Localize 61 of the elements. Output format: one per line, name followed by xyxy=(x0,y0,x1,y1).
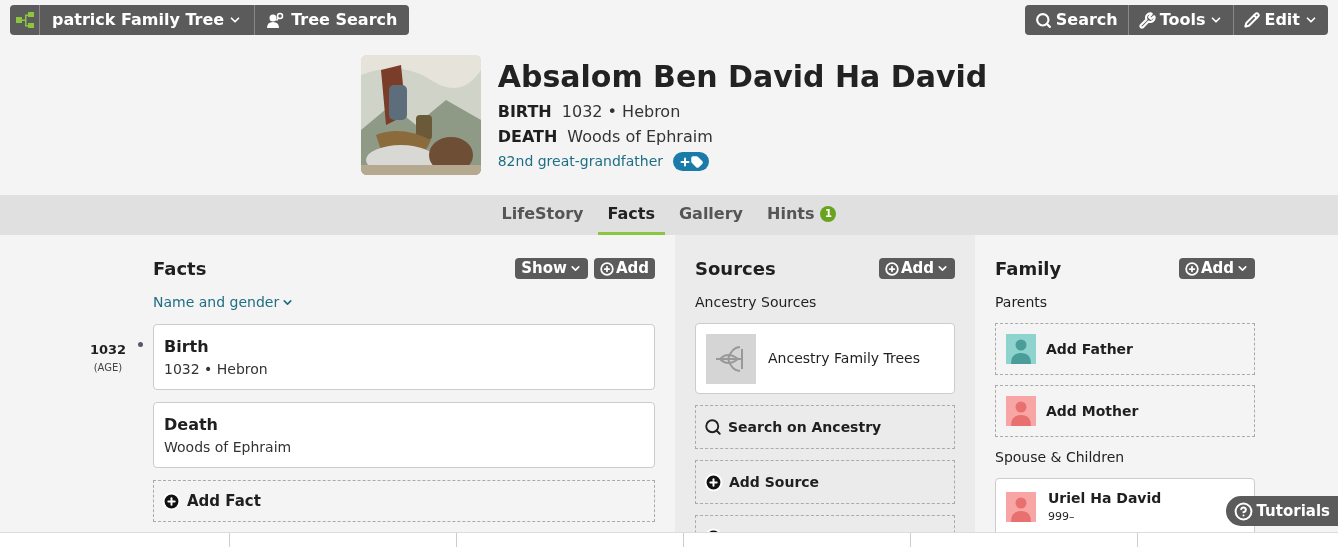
event-label: BIRTH xyxy=(497,101,552,123)
tree-menu-button[interactable]: patrick Family Tree xyxy=(40,5,256,35)
edit-button[interactable]: Edit xyxy=(1234,5,1328,35)
fact-year: 1032 xyxy=(89,341,127,359)
fact-age: (AGE) xyxy=(93,360,123,375)
tree-search-button[interactable]: Tree Search xyxy=(255,5,410,35)
plus-icon xyxy=(679,155,692,168)
add-fact-button[interactable]: Add Fact xyxy=(153,480,655,522)
help-icon xyxy=(1233,501,1253,521)
add-icon xyxy=(884,261,899,276)
search-button[interactable]: Search xyxy=(1024,5,1129,35)
member-name: Uriel Ha David xyxy=(1048,489,1162,509)
add-source-button[interactable]: Add Source xyxy=(695,460,955,504)
show-button[interactable]: Show xyxy=(515,258,588,279)
add-button[interactable]: Add xyxy=(1178,258,1255,279)
add-parent-button[interactable]: Add Mother xyxy=(995,385,1255,437)
tree-icon xyxy=(15,12,34,28)
member-dates: 999– xyxy=(1048,509,1076,526)
section-title: Family xyxy=(995,257,1062,281)
fact-detail: 1032 • Hebron xyxy=(164,360,269,379)
name-gender-link[interactable]: Name and gender xyxy=(153,292,295,313)
tab[interactable]: Facts xyxy=(597,195,665,235)
section-subtitle: Spouse & Children xyxy=(995,448,1126,467)
family-member-card[interactable]: Uriel Ha David 999– xyxy=(995,478,1255,532)
section-title: Facts xyxy=(153,257,207,281)
tab[interactable]: Hints 1 xyxy=(757,195,847,235)
section-title: Sources xyxy=(695,257,776,281)
event-value: 1032 • Hebron xyxy=(561,101,681,123)
add-icon xyxy=(162,491,181,511)
source-card[interactable]: Ancestry Family Trees xyxy=(695,323,955,394)
tools-icon xyxy=(1138,11,1156,29)
tutorials-button[interactable]: Tutorials xyxy=(1225,496,1338,526)
count-badge: 1 xyxy=(820,205,837,222)
person-name: Absalom Ben David Ha David xyxy=(497,58,988,96)
section-subtitle: Ancestry Sources xyxy=(695,293,818,312)
add-icon xyxy=(704,472,723,492)
fact-title: Birth xyxy=(164,336,210,358)
pencil-icon xyxy=(1244,12,1261,28)
add-icon xyxy=(599,261,614,276)
search-icon xyxy=(1034,11,1052,29)
tag-icon xyxy=(691,155,704,168)
add-icon xyxy=(1184,261,1199,276)
add-button[interactable]: Add xyxy=(878,258,955,279)
add-button[interactable]: Add xyxy=(593,258,655,279)
tools-button[interactable]: Tools xyxy=(1128,5,1235,35)
add-parent-button[interactable]: Add Father xyxy=(995,323,1255,375)
event-value: Woods of Ephraim xyxy=(567,126,713,148)
tab[interactable]: Gallery xyxy=(668,195,754,235)
section-subtitle: Parents xyxy=(995,293,1049,312)
fact-card[interactable]: Birth 1032 • Hebron xyxy=(153,324,655,390)
fact-title: Death xyxy=(164,414,219,436)
fact-detail: Woods of Ephraim xyxy=(164,438,293,457)
fact-card[interactable]: Death Woods of Ephraim xyxy=(153,402,655,468)
search-ancestry-button[interactable]: Search on Ancestry xyxy=(695,405,955,449)
tab[interactable]: LifeStory xyxy=(491,195,594,235)
add-tag-button[interactable] xyxy=(673,152,710,171)
person-search-icon xyxy=(267,12,286,28)
source-title: Ancestry Family Trees xyxy=(768,349,920,368)
relationship-link[interactable]: 82nd great-grandfather xyxy=(497,151,664,172)
search-icon xyxy=(704,418,722,436)
event-label: DEATH xyxy=(497,126,558,148)
